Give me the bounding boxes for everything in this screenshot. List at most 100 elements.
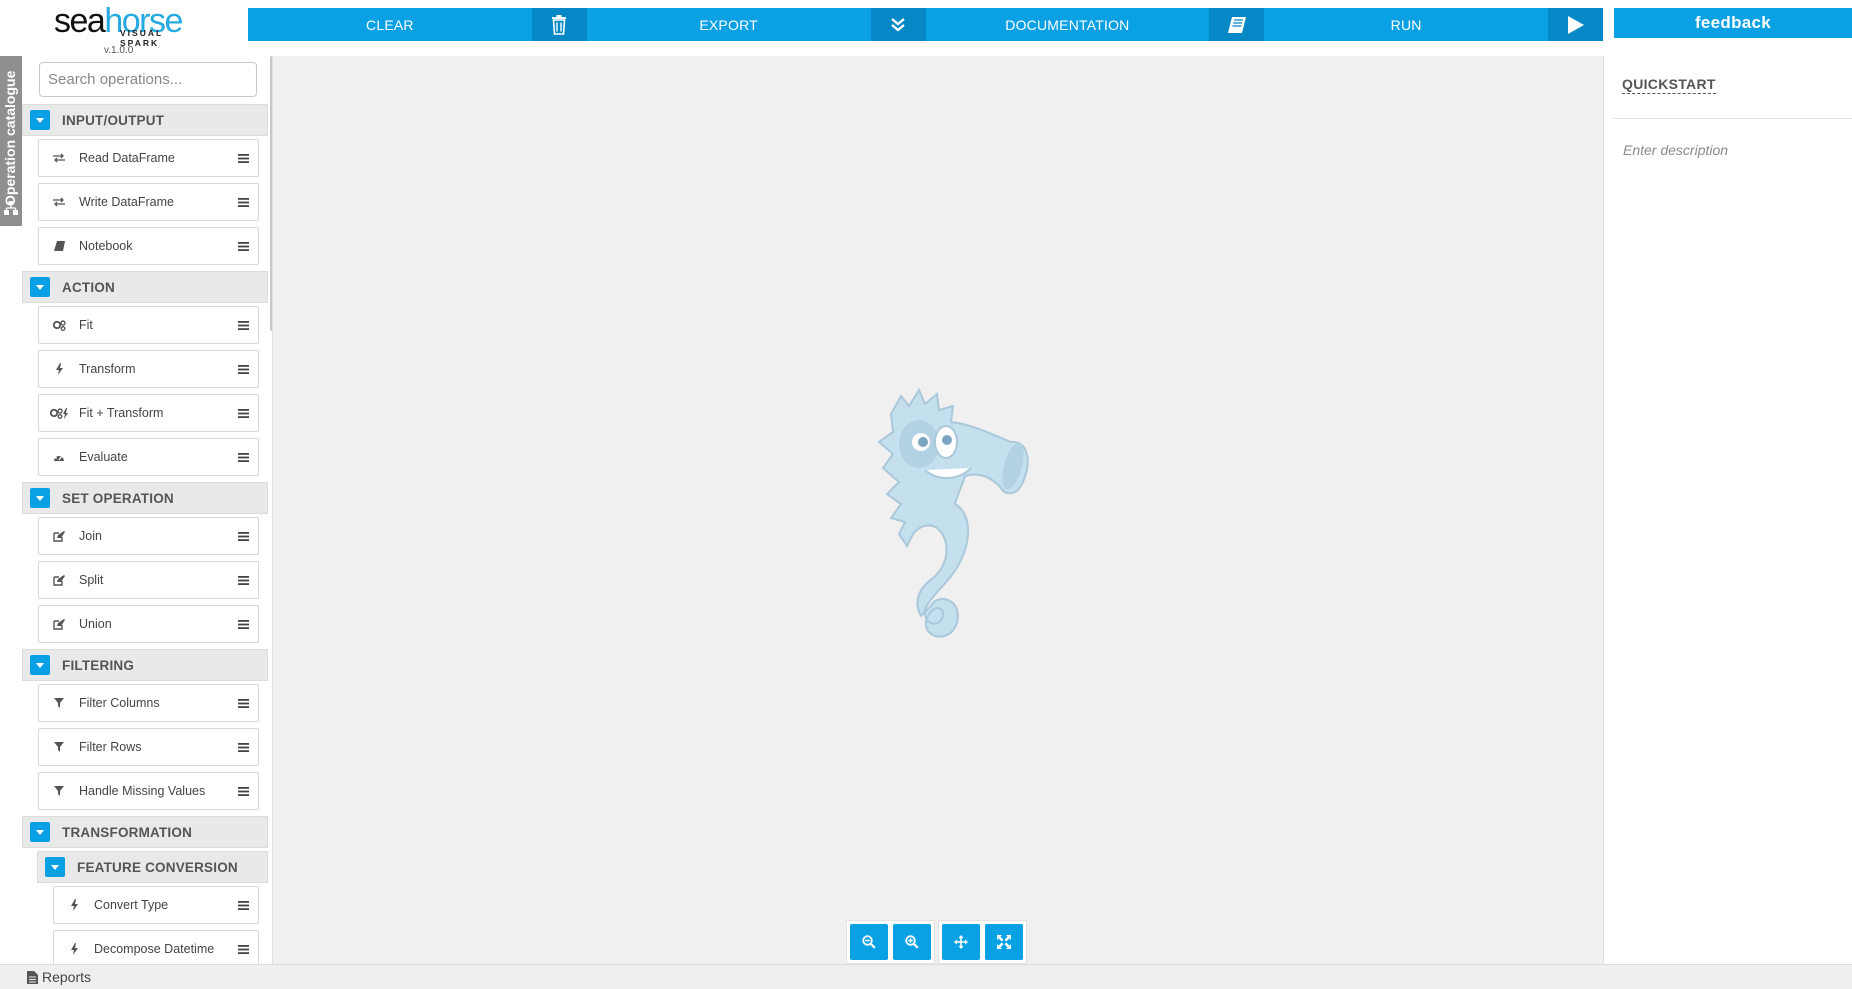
category-transformation[interactable]: TRANSFORMATION (22, 816, 268, 848)
view-group (938, 920, 1027, 964)
operation-read-dataframe[interactable]: Read DataFrame (38, 139, 259, 177)
zoom-group (846, 920, 935, 964)
sitemap-icon (4, 201, 18, 220)
drag-handle-icon[interactable] (228, 364, 258, 374)
edit-icon (39, 574, 79, 586)
file-icon (27, 970, 38, 984)
zoom-out-icon (862, 935, 876, 949)
operation-filter-rows[interactable]: Filter Rows (38, 728, 259, 766)
operations-sidebar: INPUT/OUTPUT Read DataFrame Write DataFr… (22, 56, 268, 964)
operation-decompose-datetime[interactable]: Decompose Datetime (53, 930, 259, 964)
reports-button[interactable]: Reports (27, 969, 91, 985)
category-feature-conversion[interactable]: FEATURE CONVERSION (37, 851, 268, 883)
collapse-toggle-icon[interactable] (30, 277, 50, 297)
operation-fit[interactable]: Fit (38, 306, 259, 344)
main-toolbar: CLEAR EXPORT DOCUMENTATION RUN (248, 8, 1603, 41)
export-label: EXPORT (699, 16, 758, 33)
drag-handle-icon[interactable] (228, 742, 258, 752)
expand-icon (997, 935, 1011, 949)
drag-handle-icon[interactable] (228, 241, 258, 251)
drag-handle-icon[interactable] (228, 452, 258, 462)
operation-label: Write DataFrame (79, 195, 174, 209)
operation-fit-transform[interactable]: Fit + Transform (38, 394, 259, 432)
drag-handle-icon[interactable] (228, 900, 258, 910)
divider (1613, 118, 1852, 119)
zoom-in-icon (905, 935, 919, 949)
category-name: SET OPERATION (62, 490, 174, 506)
bolt-icon (39, 363, 79, 375)
gears-bolt-icon (39, 407, 79, 419)
zoom-controls (846, 920, 1030, 964)
dashboard-icon (39, 452, 79, 462)
collapse-toggle-icon[interactable] (30, 655, 50, 675)
operation-evaluate[interactable]: Evaluate (38, 438, 259, 476)
drag-handle-icon[interactable] (228, 944, 258, 954)
operation-label: Union (79, 617, 112, 631)
drag-handle-icon[interactable] (228, 698, 258, 708)
move-arrows-icon (954, 935, 968, 949)
pan-button[interactable] (942, 924, 980, 960)
drag-handle-icon[interactable] (228, 197, 258, 207)
category-filtering[interactable]: FILTERING (22, 649, 268, 681)
workflow-title[interactable]: QUICKSTART (1622, 76, 1716, 94)
operation-label: Transform (79, 362, 136, 376)
drag-handle-icon[interactable] (228, 531, 258, 541)
documentation-button[interactable]: DOCUMENTATION (926, 8, 1265, 41)
drag-handle-icon[interactable] (228, 408, 258, 418)
category-set-operation[interactable]: SET OPERATION (22, 482, 268, 514)
drag-handle-icon[interactable] (228, 619, 258, 629)
trash-icon (531, 8, 587, 41)
zoom-out-button[interactable] (850, 924, 888, 960)
clear-label: CLEAR (366, 16, 414, 33)
drag-handle-icon[interactable] (228, 786, 258, 796)
operation-split[interactable]: Split (38, 561, 259, 599)
clear-button[interactable]: CLEAR (248, 8, 587, 41)
operation-label: Join (79, 529, 102, 543)
search-operations-input[interactable] (39, 62, 257, 97)
workflow-details-panel: QUICKSTART Enter description (1607, 56, 1852, 964)
operation-filter-columns[interactable]: Filter Columns (38, 684, 259, 722)
category-name: FILTERING (62, 657, 135, 673)
operation-catalogue-tab[interactable]: Operation catalogue (0, 56, 22, 226)
drag-handle-icon[interactable] (228, 153, 258, 163)
operation-handle-missing-values[interactable]: Handle Missing Values (38, 772, 259, 810)
operation-label: Filter Rows (79, 740, 142, 754)
operation-transform[interactable]: Transform (38, 350, 259, 388)
workflow-description-field[interactable]: Enter description (1623, 142, 1728, 158)
edit-icon (39, 618, 79, 630)
play-icon (1548, 8, 1603, 41)
operation-union[interactable]: Union (38, 605, 259, 643)
collapse-toggle-icon[interactable] (30, 488, 50, 508)
operation-join[interactable]: Join (38, 517, 259, 555)
book-icon (1209, 8, 1265, 41)
filter-icon (39, 786, 79, 796)
run-button[interactable]: RUN (1264, 8, 1603, 41)
book-icon (39, 241, 79, 251)
export-button[interactable]: EXPORT (587, 8, 926, 41)
seahorse-mascot-image (877, 387, 1029, 638)
documentation-label: DOCUMENTATION (1005, 16, 1130, 33)
collapse-toggle-icon[interactable] (30, 110, 50, 130)
reports-label: Reports (42, 969, 92, 985)
bolt-icon (54, 899, 94, 911)
operation-convert-type[interactable]: Convert Type (53, 886, 259, 924)
workflow-canvas[interactable] (272, 56, 1604, 964)
feedback-button[interactable]: feedback (1614, 8, 1852, 38)
filter-icon (39, 698, 79, 708)
operation-label: Filter Columns (79, 696, 160, 710)
operation-notebook[interactable]: Notebook (38, 227, 259, 265)
zoom-in-button[interactable] (893, 924, 931, 960)
operation-write-dataframe[interactable]: Write DataFrame (38, 183, 259, 221)
bottom-bar: Reports (0, 964, 1852, 989)
category-name: TRANSFORMATION (62, 824, 193, 840)
fit-to-screen-button[interactable] (985, 924, 1023, 960)
double-chevron-down-icon (870, 8, 926, 41)
drag-handle-icon[interactable] (228, 575, 258, 585)
operation-label: Fit + Transform (79, 406, 164, 420)
category-name: FEATURE CONVERSION (77, 859, 238, 875)
category-action[interactable]: ACTION (22, 271, 268, 303)
collapse-toggle-icon[interactable] (30, 822, 50, 842)
collapse-toggle-icon[interactable] (45, 857, 65, 877)
drag-handle-icon[interactable] (228, 320, 258, 330)
category-input-output[interactable]: INPUT/OUTPUT (22, 104, 268, 136)
